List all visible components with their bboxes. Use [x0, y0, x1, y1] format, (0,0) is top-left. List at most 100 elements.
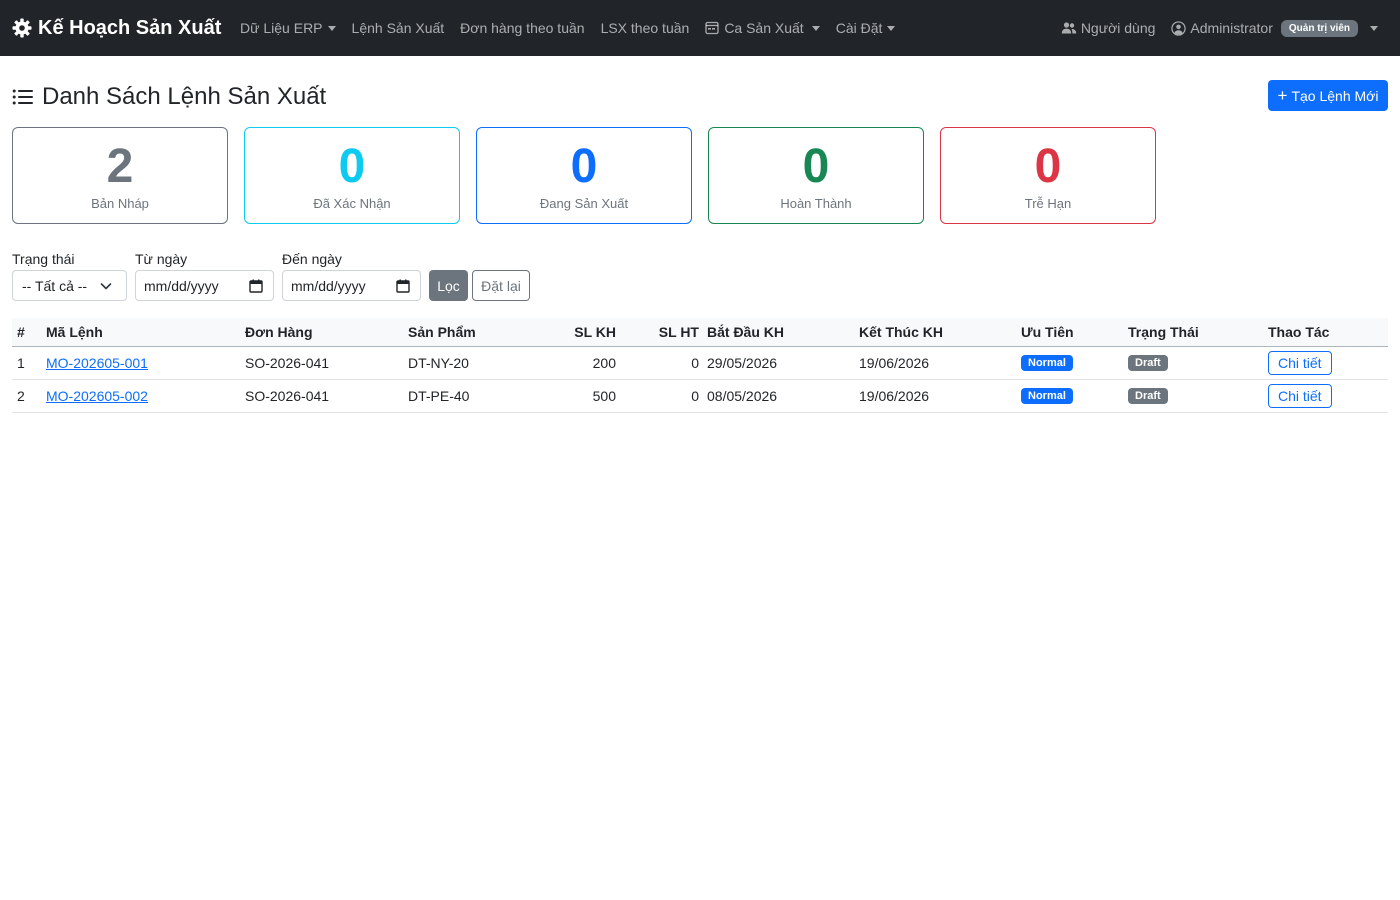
status-cell: Draft [1128, 380, 1168, 412]
brand[interactable]: Kế Hoạch Sản Xuất [12, 0, 221, 56]
list-icon [12, 89, 33, 105]
nav-users[interactable]: Người dùng [1053, 20, 1164, 36]
order-code-link[interactable]: MO-202605-001 [46, 347, 148, 379]
nav-erp-data[interactable]: Dữ Liệu ERP [232, 20, 344, 36]
nav-production-orders[interactable]: Lệnh Sản Xuất [344, 20, 453, 36]
production-orders-table: # Mã Lệnh Đơn Hàng Sản Phẩm SL KH SL HT … [12, 318, 1388, 413]
col-actions: Thao Tác [1268, 324, 1330, 340]
product-code: DT-PE-40 [408, 388, 470, 404]
stat-card-draft: 2 Bản Nháp [12, 127, 228, 224]
stat-value: 0 [338, 140, 366, 193]
user-nav: Người dùng Administrator Quản trị viên [1053, 0, 1386, 56]
actions-cell: Chi tiết [1268, 380, 1332, 412]
stat-value: 2 [106, 140, 134, 193]
stat-card-confirmed: 0 Đã Xác Nhận [244, 127, 460, 224]
status-filter-select[interactable]: -- Tất cả -- [12, 270, 127, 301]
nav-settings-label: Cài Đặt [835, 20, 883, 36]
row-index: 2 [17, 388, 25, 404]
nav-weekly-orders-label: Đơn hàng theo tuần [460, 20, 585, 36]
stat-label: Bản Nháp [91, 196, 149, 211]
status-filter-label: Trạng thái [12, 251, 75, 267]
chevron-down-icon [1370, 25, 1378, 31]
table-header: # Mã Lệnh Đơn Hàng Sản Phẩm SL KH SL HT … [12, 318, 1388, 347]
top-navbar: Kế Hoạch Sản Xuất Dữ Liệu ERP Lệnh Sản X… [0, 0, 1400, 56]
stat-card-overdue: 0 Trễ Hạn [940, 127, 1156, 224]
col-index: # [17, 324, 25, 340]
calendar-icon[interactable] [396, 279, 410, 293]
brand-title: Kế Hoạch Sản Xuất [38, 16, 222, 39]
planned-start: 08/05/2026 [707, 388, 778, 404]
table-row: 1 MO-202605-001 SO-2026-041 DT-NY-20 200… [12, 347, 1388, 380]
sales-order: SO-2026-041 [245, 388, 330, 404]
gear-icon [12, 18, 32, 38]
people-icon [1061, 22, 1077, 34]
table-row: 2 MO-202605-002 SO-2026-041 DT-PE-40 500… [12, 380, 1388, 413]
account-name: Administrator [1190, 20, 1273, 36]
status-filter-value: -- Tất cả -- [22, 277, 88, 294]
row-index: 1 [17, 355, 25, 371]
stat-card-completed: 0 Hoàn Thành [708, 127, 924, 224]
order-code-link[interactable]: MO-202605-002 [46, 380, 148, 412]
col-product: Sản Phẩm [408, 324, 476, 340]
account-menu[interactable]: Administrator Quản trị viên [1163, 19, 1386, 37]
from-date-label: Từ ngày [135, 251, 188, 267]
planned-qty: 200 [592, 355, 616, 371]
product-code: DT-NY-20 [408, 355, 469, 371]
status-cell: Draft [1128, 347, 1168, 379]
col-planned-qty: SL KH [574, 324, 616, 340]
priority-badge: Normal [1021, 388, 1073, 404]
nav-shifts-label: Ca Sản Xuất [724, 20, 804, 36]
done-qty: 0 [691, 388, 699, 404]
sales-order: SO-2026-041 [245, 355, 330, 371]
stat-value: 0 [570, 140, 598, 193]
filter-button[interactable]: Lọc [429, 270, 468, 301]
detail-button[interactable]: Chi tiết [1268, 384, 1332, 408]
nav-weekly-orders[interactable]: Đơn hàng theo tuần [452, 20, 592, 36]
to-date-placeholder: mm/dd/yyyy [291, 277, 366, 294]
from-date-input[interactable]: mm/dd/yyyy [135, 270, 274, 301]
col-sales-order: Đơn Hàng [245, 324, 313, 340]
chevron-down-icon [887, 25, 896, 31]
priority-cell: Normal [1021, 347, 1073, 379]
page-title: Danh Sách Lệnh Sản Xuất [12, 80, 326, 114]
reset-button[interactable]: Đặt lại [472, 270, 530, 301]
nav-users-label: Người dùng [1080, 20, 1156, 36]
calendar-week-icon [705, 21, 719, 35]
stat-value: 0 [802, 140, 830, 193]
chevron-down-icon [100, 283, 112, 290]
calendar-icon[interactable] [249, 279, 263, 293]
stat-card-in-production: 0 Đang Sản Xuất [476, 127, 692, 224]
status-badge: Draft [1128, 388, 1168, 404]
create-order-button[interactable]: + Tạo Lệnh Mới [1268, 80, 1388, 111]
col-order-code: Mã Lệnh [46, 324, 103, 340]
main-nav: Dữ Liệu ERP Lệnh Sản Xuất Đơn hàng theo … [232, 0, 903, 56]
status-badge: Draft [1128, 355, 1168, 371]
plus-icon: + [1277, 86, 1288, 105]
user-circle-icon [1171, 20, 1187, 36]
planned-qty: 500 [592, 388, 616, 404]
col-done-qty: SL HT [658, 324, 699, 340]
planned-end: 19/06/2026 [859, 388, 930, 404]
to-date-input[interactable]: mm/dd/yyyy [282, 270, 421, 301]
create-order-label: Tạo Lệnh Mới [1291, 87, 1379, 104]
stat-label: Hoàn Thành [780, 196, 852, 211]
nav-settings[interactable]: Cài Đặt [828, 20, 904, 36]
nav-weekly-mo[interactable]: LSX theo tuần [593, 20, 698, 36]
planned-start: 29/05/2026 [707, 355, 778, 371]
priority-cell: Normal [1021, 380, 1073, 412]
from-date-placeholder: mm/dd/yyyy [144, 277, 219, 294]
priority-badge: Normal [1021, 355, 1073, 371]
stat-label: Đã Xác Nhận [313, 196, 391, 211]
page-title-text: Danh Sách Lệnh Sản Xuất [42, 83, 327, 110]
stat-value: 0 [1034, 140, 1062, 193]
detail-button[interactable]: Chi tiết [1268, 351, 1332, 375]
chevron-down-icon [811, 25, 820, 31]
planned-end: 19/06/2026 [859, 355, 930, 371]
nav-erp-data-label: Dữ Liệu ERP [240, 20, 323, 36]
stat-label: Trễ Hạn [1024, 196, 1072, 211]
col-priority: Ưu Tiên [1021, 324, 1074, 340]
nav-shifts[interactable]: Ca Sản Xuất [697, 20, 827, 36]
stat-label: Đang Sản Xuất [539, 196, 629, 211]
chevron-down-icon [327, 25, 336, 31]
nav-production-orders-label: Lệnh Sản Xuất [351, 20, 445, 36]
